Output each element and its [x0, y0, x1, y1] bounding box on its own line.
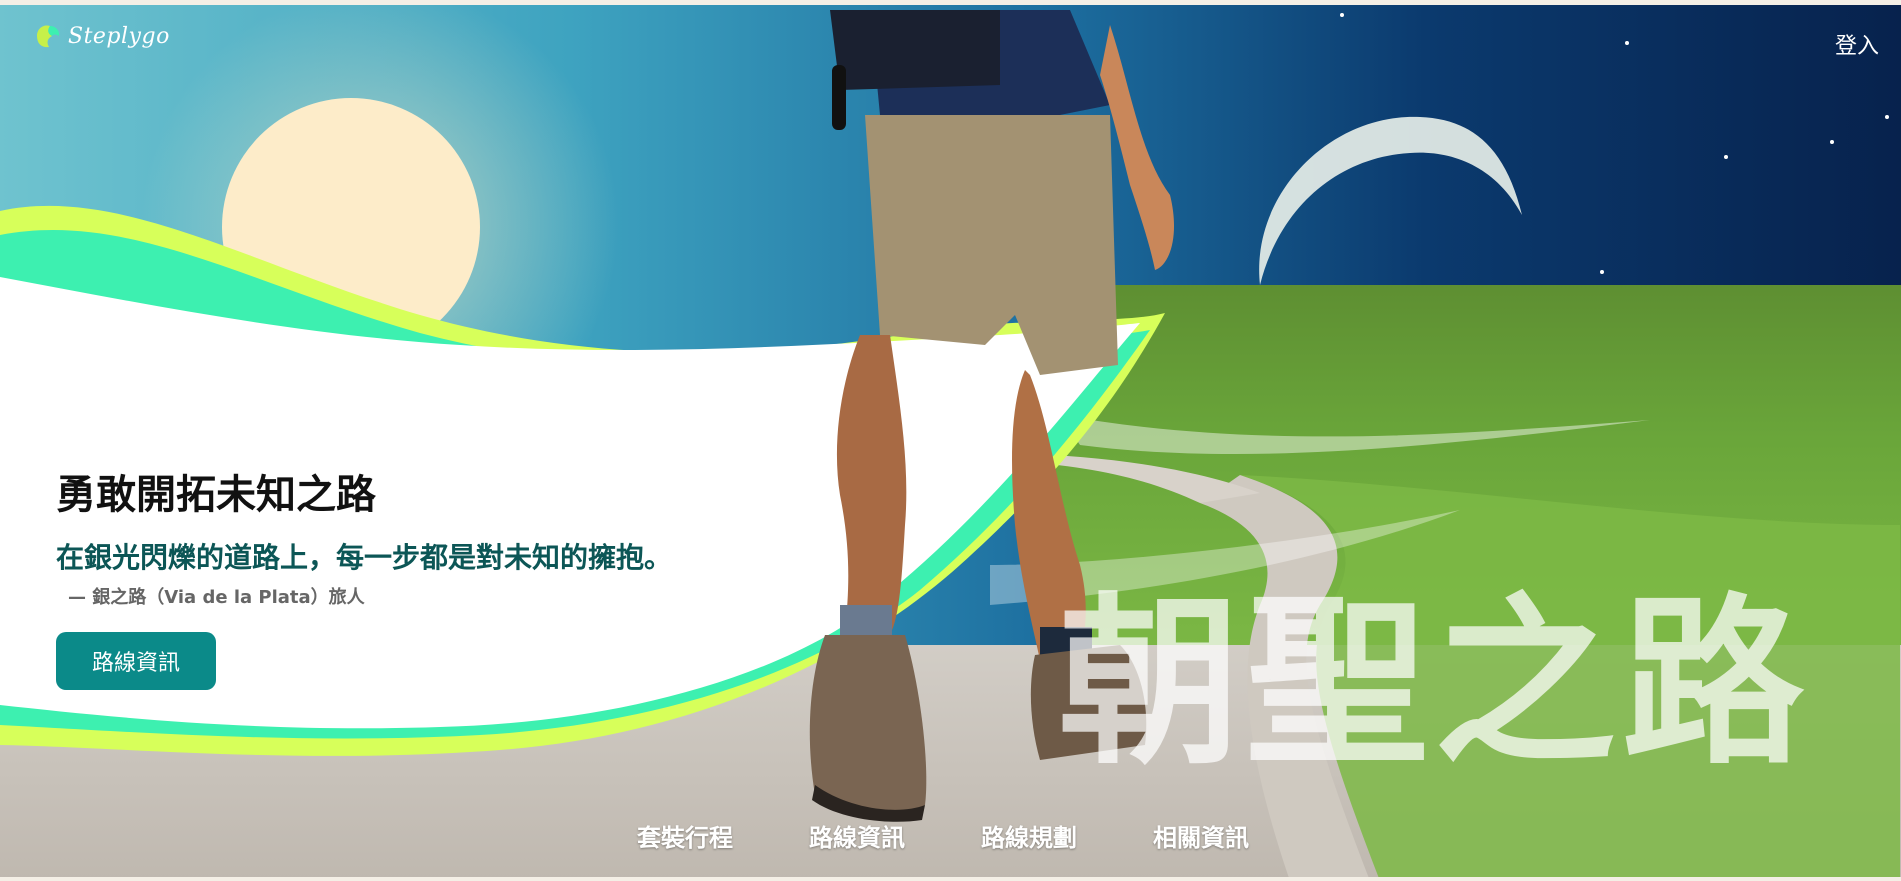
- leaf-logo-icon: [37, 25, 60, 48]
- nav-item-route-planning[interactable]: 路線規劃: [981, 818, 1077, 853]
- hero-attribution: — 銀之路（Via de la Plata）旅人: [68, 587, 365, 608]
- brand-logo[interactable]: Steplygo: [34, 22, 170, 50]
- hero-big-title: 朝聖之路: [1058, 577, 1810, 789]
- hero-headline: 勇敢開拓未知之路: [56, 472, 376, 518]
- nav-item-route-info[interactable]: 路線資訊: [809, 818, 905, 853]
- nav-item-related-info[interactable]: 相關資訊: [1153, 818, 1249, 853]
- route-info-button[interactable]: 路線資訊: [56, 632, 216, 690]
- nav-item-packages[interactable]: 套裝行程: [637, 818, 733, 853]
- brand-name: Steplygo: [68, 23, 170, 49]
- bottom-nav: 套裝行程 路線資訊 路線規劃 相關資訊: [637, 818, 1249, 853]
- hero-subline: 在銀光閃爍的道路上，每一步都是對未知的擁抱。: [56, 541, 673, 574]
- login-link[interactable]: 登入: [1835, 28, 1879, 60]
